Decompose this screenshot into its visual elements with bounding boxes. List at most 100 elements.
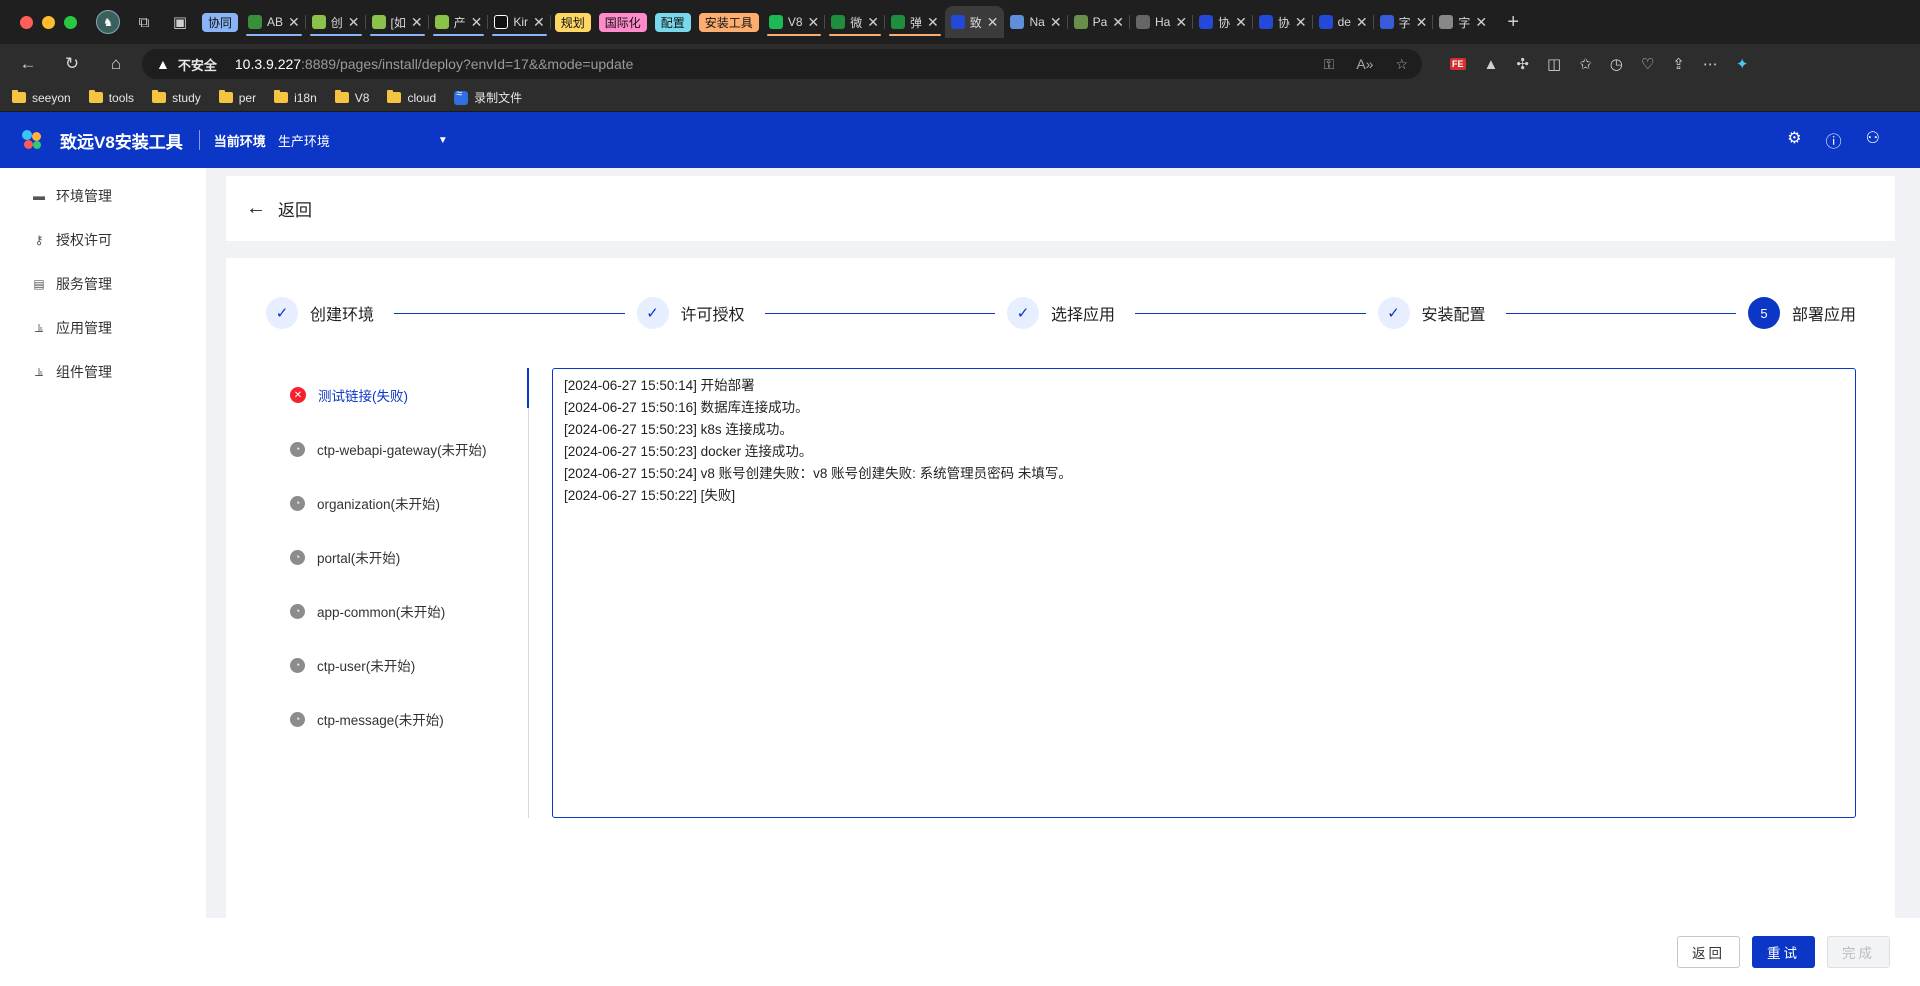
browser-tab[interactable]: Kir ✕	[488, 6, 552, 38]
browser-tab[interactable]: 协 ✕	[1253, 6, 1313, 38]
new-tab-button[interactable]: +	[1493, 11, 1533, 34]
close-tab-icon[interactable]: ✕	[987, 14, 999, 31]
bookmark-folder[interactable]: V8	[334, 90, 369, 105]
close-tab-icon[interactable]: ✕	[533, 14, 545, 31]
close-tab-icon[interactable]: ✕	[1475, 14, 1487, 31]
close-tab-icon[interactable]: ✕	[808, 14, 820, 31]
sidebar-item-license[interactable]: ⚷ 授权许可	[0, 218, 206, 262]
back-button[interactable]: 返回	[1677, 936, 1740, 968]
browser-tab[interactable]: Pa ✕	[1068, 6, 1131, 38]
log-line: [2024-06-27 15:50:22] [失败]	[564, 488, 736, 503]
favorite-star-icon[interactable]: ☆	[1395, 56, 1408, 73]
bookmark-folder[interactable]: i18n	[274, 90, 317, 105]
bookmark-folder[interactable]: seeyon	[12, 90, 71, 105]
bookmark-folder[interactable]: per	[218, 90, 256, 105]
close-tab-icon[interactable]: ✕	[1416, 14, 1428, 31]
minimize-window-button[interactable]	[42, 15, 55, 29]
tab-group-chip[interactable]: 配置	[654, 12, 691, 32]
history-icon[interactable]: ◷	[1610, 55, 1623, 73]
info-icon[interactable]: ⓘ	[1826, 128, 1842, 152]
browser-tab[interactable]: 创 ✕	[306, 6, 366, 38]
split-screen-icon[interactable]: ◫	[1547, 55, 1561, 73]
puzzle-extension-icon[interactable]: ✣	[1516, 55, 1529, 73]
clock-icon: ◔	[290, 711, 305, 727]
close-tab-icon[interactable]: ✕	[471, 14, 483, 31]
browser-tab[interactable]: 字 ✕	[1374, 6, 1434, 38]
close-window-button[interactable]	[20, 15, 33, 29]
browser-tab[interactable]: AB ✕	[242, 6, 306, 38]
task-item[interactable]: ◔ app-common(未开始)	[276, 584, 528, 638]
deploy-log-output[interactable]: [2024-06-27 15:50:14] 开始部署 [2024-06-27 1…	[552, 368, 1856, 818]
browser-tab[interactable]: 微 ✕	[825, 6, 885, 38]
profile-avatar[interactable]: ♞	[90, 7, 126, 37]
favorites-icon[interactable]: ✩	[1579, 55, 1592, 73]
close-tab-icon[interactable]: ✕	[1050, 14, 1062, 31]
sidebar-item-env[interactable]: ▬ 环境管理	[0, 174, 206, 218]
caret-down-icon[interactable]: ▼	[438, 135, 448, 146]
bookmark-folder[interactable]: study	[152, 90, 201, 105]
home-icon[interactable]: ⌂	[94, 48, 138, 80]
tab-group-chip[interactable]: 国际化	[598, 12, 647, 32]
maximize-window-button[interactable]	[64, 15, 77, 29]
browser-tab[interactable]: 产 ✕	[429, 6, 489, 38]
browser-tab[interactable]: V8 ✕	[763, 6, 826, 38]
browser-tab[interactable]: [如 ✕	[366, 6, 429, 38]
back-link[interactable]: 返回	[278, 196, 312, 221]
close-tab-icon[interactable]: ✕	[411, 14, 423, 31]
bookmark-folder[interactable]: cloud	[387, 90, 436, 105]
calendar-icon: ▬	[33, 189, 45, 203]
task-item[interactable]: ✕ 测试链接(失败)	[276, 368, 528, 422]
address-bar[interactable]: ▲ 不安全 10.3.9.227 :8889/pages/install/dep…	[142, 49, 1422, 79]
task-item[interactable]: ◔ ctp-user(未开始)	[276, 638, 528, 692]
arrow-left-icon[interactable]: ←	[246, 197, 266, 220]
browser-tab[interactable]: Ha ✕	[1130, 6, 1194, 38]
browser-tab[interactable]: de ✕	[1313, 6, 1374, 38]
env-select[interactable]: 生产环境	[278, 131, 438, 150]
browser-tab[interactable]: 弹 ✕	[885, 6, 945, 38]
back-nav-icon[interactable]: ←	[6, 48, 50, 80]
task-item[interactable]: ◔ ctp-message(未开始)	[276, 692, 528, 746]
sidebar-item-component[interactable]: ⫡ 组件管理	[0, 350, 206, 394]
read-aloud-icon[interactable]: A»	[1356, 56, 1373, 73]
close-tab-icon[interactable]: ✕	[1295, 14, 1307, 31]
close-tab-icon[interactable]: ✕	[1112, 14, 1124, 31]
tab-group-chip[interactable]: 规划	[554, 12, 591, 32]
task-item[interactable]: ◔ organization(未开始)	[276, 476, 528, 530]
close-tab-icon[interactable]: ✕	[1235, 14, 1247, 31]
task-item[interactable]: ◔ portal(未开始)	[276, 530, 528, 584]
bookmark-item[interactable]: 录制文件	[454, 88, 522, 106]
tab-actions-icon[interactable]: ▣	[162, 7, 198, 37]
more-menu-icon[interactable]: ⋯	[1703, 55, 1718, 73]
triangle-extension-icon[interactable]: ▲	[1484, 56, 1499, 73]
tab-group-chip[interactable]: 安装工具	[698, 12, 759, 32]
tab-group-underline	[766, 34, 822, 36]
copilot-icon[interactable]: ✦	[1736, 55, 1749, 73]
close-tab-icon[interactable]: ✕	[927, 14, 939, 31]
reload-icon[interactable]: ↻	[50, 48, 94, 80]
fe-extension-icon[interactable]: FE	[1450, 58, 1466, 70]
finish-button[interactable]: 完成	[1827, 936, 1890, 968]
workspaces-icon[interactable]: ⧉	[126, 7, 162, 37]
browser-tab[interactable]: 协 ✕	[1193, 6, 1253, 38]
browser-tab[interactable]: Na ✕	[1004, 6, 1068, 38]
browser-tab[interactable]: 字 ✕	[1433, 6, 1493, 38]
close-tab-icon[interactable]: ✕	[288, 14, 300, 31]
close-tab-icon[interactable]: ✕	[1175, 14, 1187, 31]
browser-tab-active[interactable]: 致 ✕	[944, 6, 1005, 38]
tab-group-chip[interactable]: 协同	[202, 12, 239, 32]
close-tab-icon[interactable]: ✕	[867, 14, 879, 31]
task-item[interactable]: ◔ ctp-webapi-gateway(未开始)	[276, 422, 528, 476]
share-icon[interactable]: ⇪	[1672, 55, 1685, 73]
step-label: 部署应用	[1792, 307, 1857, 324]
close-tab-icon[interactable]: ✕	[1356, 14, 1368, 31]
bookmark-folder[interactable]: tools	[88, 90, 134, 105]
settings-gear-icon[interactable]: ⚙	[1787, 128, 1801, 152]
key-icon[interactable]: ⚿	[1324, 56, 1335, 73]
close-tab-icon[interactable]: ✕	[348, 14, 360, 31]
tab-label: [如	[390, 15, 406, 30]
performance-icon[interactable]: ♡	[1641, 55, 1654, 73]
retry-button[interactable]: 重试	[1752, 936, 1815, 968]
sidebar-item-service[interactable]: ▤ 服务管理	[0, 262, 206, 306]
sidebar-item-app[interactable]: ⫡ 应用管理	[0, 306, 206, 350]
user-icon[interactable]: ⚇	[1866, 128, 1880, 152]
